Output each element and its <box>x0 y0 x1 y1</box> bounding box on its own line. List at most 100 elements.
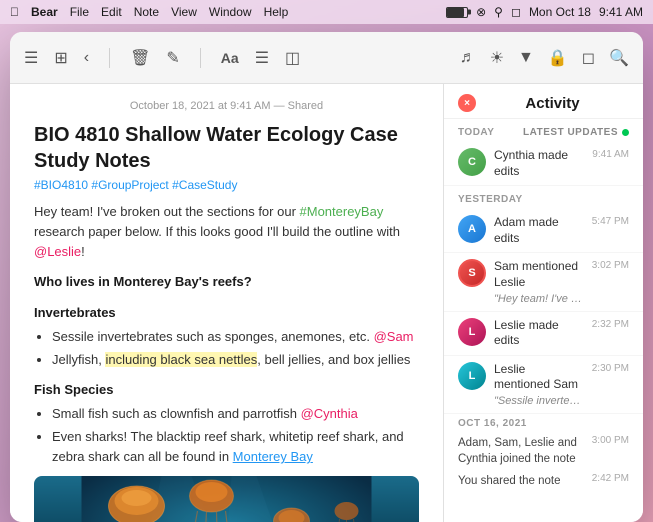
datetime: Mon Oct 18 <box>529 5 591 19</box>
oct16-item-shared: You shared the note 2:42 PM <box>458 473 629 489</box>
activity-panel: × Activity TODAY LATEST UPDATES C <box>443 84 643 522</box>
activity-preview-sam: "Hey team! I've broken out the sections … <box>494 293 584 305</box>
note-pane[interactable]: October 18, 2021 at 9:41 AM — Shared BIO… <box>10 84 443 522</box>
activity-item-leslie-edits: L Leslie made edits 2:32 PM <box>444 312 643 356</box>
cynthia-mention[interactable]: @Cynthia <box>301 406 358 421</box>
back-icon[interactable]: ‹ <box>84 49 89 67</box>
activity-item-sam: S Sam mentioned Leslie "Hey team! I've b… <box>444 253 643 311</box>
note-image <box>34 476 419 522</box>
toolbar-right: ♬ ☀ ▼ 🔒 ◻ 🔍 <box>460 48 629 68</box>
monterey-link[interactable]: #MontereyBay <box>300 204 384 219</box>
share-icon[interactable]: ♬ <box>460 49 476 67</box>
menu-bar:  Bear File Edit Note View Window Help ⊗… <box>0 0 653 24</box>
yesterday-section-label: YESTERDAY <box>444 186 643 209</box>
subsection-invertebrates: Invertebrates <box>34 303 419 323</box>
window-menu[interactable]: Window <box>209 5 252 19</box>
avatar-leslie: L <box>458 318 486 346</box>
activity-action-sam: Sam mentioned Leslie <box>494 259 584 290</box>
today-section-label: TODAY LATEST UPDATES <box>444 119 643 142</box>
search-icon[interactable]: 🔍 <box>609 48 629 68</box>
oct16-section: OCT 16, 2021 Adam, Sam, Leslie and Cynth… <box>444 414 643 499</box>
invertebrates-list: Sessile invertebrates such as sponges, a… <box>52 327 419 370</box>
activity-close-button[interactable]: × <box>458 94 476 112</box>
activity-content-leslie-mention: Leslie mentioned Sam "Sessile invertebra… <box>494 362 584 407</box>
copy-icon[interactable]: ◻ <box>582 48 595 68</box>
toolbar: ☰ ⊞ ‹ 🗑 ✎ Aa ☰ ◫ ♬ ☀ ▼ 🔒 ◻ 🔍 <box>10 32 643 84</box>
content-area: October 18, 2021 at 9:41 AM — Shared BIO… <box>10 84 643 522</box>
activity-action-cynthia: Cynthia made edits <box>494 148 584 179</box>
tag-casestudy[interactable]: #CaseStudy <box>172 178 237 192</box>
checklist-icon[interactable]: ☰ <box>255 48 269 68</box>
bear-app-menu[interactable]: Bear <box>31 5 58 19</box>
activity-content-adam: Adam made edits <box>494 215 584 246</box>
app-window: ☰ ⊞ ‹ 🗑 ✎ Aa ☰ ◫ ♬ ☀ ▼ 🔒 ◻ 🔍 October 18,… <box>10 32 643 522</box>
activity-header: × Activity <box>444 84 643 119</box>
wifi-icon: ⊗ <box>476 5 486 19</box>
section-heading: Who lives in Monterey Bay's reefs? <box>34 272 419 292</box>
notification-icon: ◻ <box>511 5 521 19</box>
text-format-icon[interactable]: Aa <box>221 50 239 66</box>
fish-list: Small fish such as clownfish and parrotf… <box>52 404 419 467</box>
tag-icon[interactable]: ▼ <box>518 49 534 67</box>
bullet-jellyfish: Jellyfish, including black sea nettles, … <box>52 350 419 370</box>
tag-bio4810[interactable]: #BIO4810 <box>34 178 88 192</box>
leslie-mention[interactable]: @Leslie <box>34 244 81 259</box>
time: 9:41 AM <box>599 5 643 19</box>
note-intro: Hey team! I've broken out the sections f… <box>34 202 419 262</box>
avatar-adam: A <box>458 215 486 243</box>
toolbar-separator <box>109 48 110 68</box>
oct16-text-shared: You shared the note <box>458 473 592 489</box>
bullet-sharks: Even sharks! The blacktip reef shark, wh… <box>52 427 419 467</box>
latest-updates-label: LATEST UPDATES <box>523 127 629 138</box>
activity-content-leslie-edits: Leslie made edits <box>494 318 584 349</box>
jellyfish-highlight: including black sea nettles <box>105 352 257 367</box>
note-menu[interactable]: Note <box>134 5 159 19</box>
jellyfish-svg <box>34 476 419 522</box>
battery-icon <box>446 7 468 18</box>
note-meta: October 18, 2021 at 9:41 AM — Shared <box>34 100 419 112</box>
image-insert-icon[interactable]: ☀ <box>490 48 504 68</box>
apple-menu[interactable]:  <box>10 5 19 19</box>
view-menu[interactable]: View <box>171 5 197 19</box>
activity-time-leslie-mention: 2:30 PM <box>592 363 629 374</box>
note-title: BIO 4810 Shallow Water Ecology Case Stud… <box>34 122 419 174</box>
monterey-bay-link[interactable]: Monterey Bay <box>233 449 313 464</box>
activity-action-leslie-edits: Leslie made edits <box>494 318 584 349</box>
edit-icon[interactable]: ✎ <box>166 48 179 68</box>
activity-action-adam: Adam made edits <box>494 215 584 246</box>
file-menu[interactable]: File <box>70 5 89 19</box>
activity-title: Activity <box>476 95 629 112</box>
activity-item-adam: A Adam made edits 5:47 PM <box>444 209 643 253</box>
activity-time-adam: 5:47 PM <box>592 216 629 227</box>
oct16-text-joined: Adam, Sam, Leslie and Cynthia joined the… <box>458 435 592 467</box>
activity-content-sam: Sam mentioned Leslie "Hey team! I've bro… <box>494 259 584 304</box>
activity-item-cynthia-today: C Cynthia made edits 9:41 AM <box>444 142 643 186</box>
activity-body[interactable]: TODAY LATEST UPDATES C Cynthia made edit… <box>444 119 643 522</box>
help-menu[interactable]: Help <box>264 5 289 19</box>
avatar-leslie2: L <box>458 362 486 390</box>
edit-menu[interactable]: Edit <box>101 5 122 19</box>
activity-preview-leslie: "Sessile invertebrates such as sponges,…… <box>494 395 584 407</box>
toolbar-separator-2 <box>200 48 201 68</box>
menu-bar-right: ⊗ ⚲ ◻ Mon Oct 18 9:41 AM <box>446 5 643 19</box>
oct16-label: OCT 16, 2021 <box>458 418 629 429</box>
grid-view-icon[interactable]: ⊞ <box>54 48 67 68</box>
search-menubar-icon: ⚲ <box>494 5 503 19</box>
delete-icon[interactable]: 🗑 <box>130 48 150 68</box>
bullet-sessile: Sessile invertebrates such as sponges, a… <box>52 327 419 347</box>
table-icon[interactable]: ◫ <box>285 48 300 68</box>
tag-groupproject[interactable]: #GroupProject <box>91 178 168 192</box>
oct16-item-joined: Adam, Sam, Leslie and Cynthia joined the… <box>458 435 629 467</box>
sidebar-toggle-icon[interactable]: ☰ <box>24 48 38 68</box>
sam-mention[interactable]: @Sam <box>374 329 414 344</box>
activity-item-leslie-mention: L Leslie mentioned Sam "Sessile inverteb… <box>444 356 643 414</box>
activity-time-sam: 3:02 PM <box>592 260 629 271</box>
oct16-time-joined: 3:00 PM <box>592 435 629 446</box>
lock-icon[interactable]: 🔒 <box>548 48 568 68</box>
bullet-smallfish: Small fish such as clownfish and parrotf… <box>52 404 419 424</box>
subsection-fish: Fish Species <box>34 380 419 400</box>
activity-content-cynthia: Cynthia made edits <box>494 148 584 179</box>
menu-bar-left:  Bear File Edit Note View Window Help <box>10 5 288 19</box>
activity-time-leslie-edits: 2:32 PM <box>592 319 629 330</box>
activity-action-leslie-mention: Leslie mentioned Sam <box>494 362 584 393</box>
